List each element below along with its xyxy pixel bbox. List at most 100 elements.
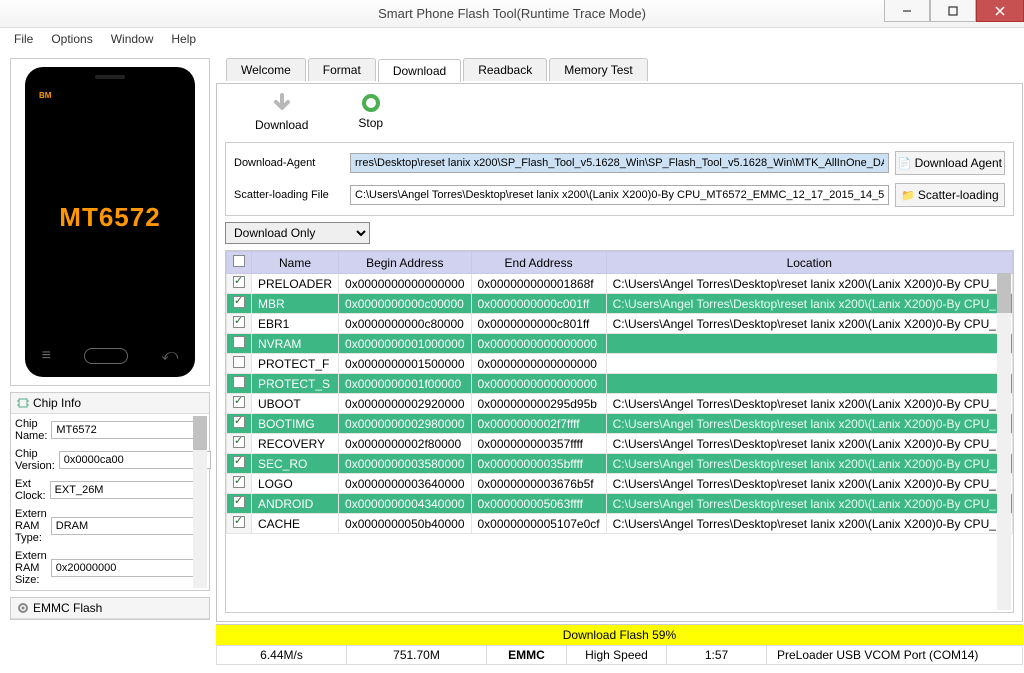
download-agent-browse-button[interactable]: 📄 Download Agent — [895, 151, 1005, 175]
cell-begin: 0x0000000000c80000 — [339, 314, 471, 334]
cell-name: PROTECT_S — [252, 374, 339, 394]
cell-name: CACHE — [252, 514, 339, 534]
emmc-flash-title: EMMC Flash — [33, 601, 102, 615]
cell-begin: 0x0000000002980000 — [339, 414, 471, 434]
bm-label: BM — [39, 91, 51, 100]
download-button[interactable]: Download — [255, 92, 308, 132]
cell-name: EBR1 — [252, 314, 339, 334]
download-mode-select[interactable]: Download Only — [225, 222, 370, 244]
menu-help[interactable]: Help — [171, 32, 196, 46]
cell-location — [606, 374, 1012, 394]
cell-location: C:\Users\Angel Torres\Desktop\reset lani… — [606, 394, 1012, 414]
row-checkbox[interactable] — [233, 496, 245, 508]
column-begin[interactable]: Begin Address — [339, 252, 471, 274]
cell-name: MBR — [252, 294, 339, 314]
row-checkbox[interactable] — [233, 396, 245, 408]
table-row[interactable]: MBR0x0000000000c000000x0000000000c001ffC… — [227, 294, 1013, 314]
cell-location: C:\Users\Angel Torres\Desktop\reset lani… — [606, 274, 1012, 294]
menu-window[interactable]: Window — [111, 32, 154, 46]
tab-welcome[interactable]: Welcome — [226, 58, 306, 81]
table-scrollbar[interactable] — [997, 273, 1011, 610]
menu-options[interactable]: Options — [51, 32, 92, 46]
table-row[interactable]: SEC_RO0x00000000035800000x00000000035bff… — [227, 454, 1013, 474]
cell-location: C:\Users\Angel Torres\Desktop\reset lani… — [606, 314, 1012, 334]
extern-ram-type-label: Extern RAM Type: — [15, 508, 47, 544]
cell-begin: 0x0000000001500000 — [339, 354, 471, 374]
table-row[interactable]: PRELOADER0x00000000000000000x00000000000… — [227, 274, 1013, 294]
tab-download[interactable]: Download — [378, 59, 461, 82]
row-checkbox[interactable] — [233, 516, 245, 528]
cell-end: 0x0000000002f7ffff — [471, 414, 606, 434]
emmc-flash-panel: EMMC Flash — [10, 597, 210, 620]
cell-location — [606, 334, 1012, 354]
extern-ram-size-value[interactable] — [51, 559, 203, 577]
table-row[interactable]: EBR10x0000000000c800000x0000000000c801ff… — [227, 314, 1013, 334]
table-row[interactable]: PROTECT_F0x00000000015000000x00000000000… — [227, 354, 1013, 374]
phone-preview: BM MT6572 ≡ ⤺ — [10, 58, 210, 386]
row-checkbox[interactable] — [233, 276, 245, 288]
table-row[interactable]: NVRAM0x00000000010000000x000000000000000… — [227, 334, 1013, 354]
status-storage: EMMC — [487, 646, 567, 664]
cell-name: PROTECT_F — [252, 354, 339, 374]
row-checkbox[interactable] — [233, 336, 245, 348]
maximize-button[interactable] — [930, 0, 976, 22]
row-checkbox[interactable] — [233, 316, 245, 328]
status-speed: 6.44M/s — [217, 646, 347, 664]
cell-begin: 0x0000000004340000 — [339, 494, 471, 514]
tab-readback[interactable]: Readback — [463, 58, 547, 81]
cell-end: 0x000000000295d95b — [471, 394, 606, 414]
column-name[interactable]: Name — [252, 252, 339, 274]
cell-begin: 0x0000000001f00000 — [339, 374, 471, 394]
cell-end: 0x000000005063ffff — [471, 494, 606, 514]
scatter-loading-browse-button[interactable]: 📁 Scatter-loading — [895, 183, 1005, 207]
tab-format[interactable]: Format — [308, 58, 376, 81]
table-row[interactable]: UBOOT0x00000000029200000x000000000295d95… — [227, 394, 1013, 414]
table-row[interactable]: PROTECT_S0x0000000001f000000x00000000000… — [227, 374, 1013, 394]
cell-location: C:\Users\Angel Torres\Desktop\reset lani… — [606, 434, 1012, 454]
menu-file[interactable]: File — [14, 32, 33, 46]
download-arrow-icon — [270, 92, 294, 116]
cell-name: PRELOADER — [252, 274, 339, 294]
scatter-loading-input[interactable] — [350, 185, 889, 205]
table-row[interactable]: CACHE0x0000000050b400000x0000000005107e0… — [227, 514, 1013, 534]
download-agent-input[interactable] — [350, 153, 889, 173]
row-checkbox[interactable] — [233, 356, 245, 368]
extern-ram-type-value[interactable] — [51, 517, 203, 535]
column-end[interactable]: End Address — [471, 252, 606, 274]
table-row[interactable]: RECOVERY0x0000000002f800000x000000000357… — [227, 434, 1013, 454]
row-checkbox[interactable] — [233, 476, 245, 488]
status-mode: High Speed — [567, 646, 667, 664]
cell-begin: 0x0000000003580000 — [339, 454, 471, 474]
ext-clock-value[interactable] — [50, 481, 202, 499]
row-checkbox[interactable] — [233, 376, 245, 388]
titlebar: Smart Phone Flash Tool(Runtime Trace Mod… — [0, 0, 1024, 28]
cell-end: 0x0000000003676b5f — [471, 474, 606, 494]
cell-name: ANDROID — [252, 494, 339, 514]
status-time: 1:57 — [667, 646, 767, 664]
row-checkbox[interactable] — [233, 436, 245, 448]
chip-model-display: MT6572 — [59, 202, 160, 233]
table-row[interactable]: LOGO0x00000000036400000x0000000003676b5f… — [227, 474, 1013, 494]
cell-begin: 0x0000000002920000 — [339, 394, 471, 414]
row-checkbox[interactable] — [233, 296, 245, 308]
chip-info-scrollbar[interactable] — [193, 416, 207, 588]
minimize-button[interactable] — [884, 0, 930, 22]
select-all-checkbox[interactable] — [233, 255, 245, 267]
row-checkbox[interactable] — [233, 416, 245, 428]
column-location[interactable]: Location — [606, 252, 1012, 274]
cell-location: C:\Users\Angel Torres\Desktop\reset lani… — [606, 454, 1012, 474]
row-checkbox[interactable] — [233, 456, 245, 468]
cell-location: C:\Users\Angel Torres\Desktop\reset lani… — [606, 414, 1012, 434]
stop-button[interactable]: Stop — [358, 92, 383, 132]
close-button[interactable] — [976, 0, 1024, 22]
cell-location: C:\Users\Angel Torres\Desktop\reset lani… — [606, 474, 1012, 494]
tab-memory-test[interactable]: Memory Test — [549, 58, 647, 81]
table-row[interactable]: ANDROID0x00000000043400000x000000005063f… — [227, 494, 1013, 514]
home-soft-icon — [84, 348, 128, 364]
cell-location: C:\Users\Angel Torres\Desktop\reset lani… — [606, 494, 1012, 514]
back-soft-icon: ⤺ — [161, 347, 178, 365]
chip-name-value[interactable] — [51, 421, 203, 439]
menu-soft-icon: ≡ — [42, 347, 51, 365]
table-row[interactable]: BOOTIMG0x00000000029800000x0000000002f7f… — [227, 414, 1013, 434]
chip-version-value[interactable] — [59, 451, 211, 469]
